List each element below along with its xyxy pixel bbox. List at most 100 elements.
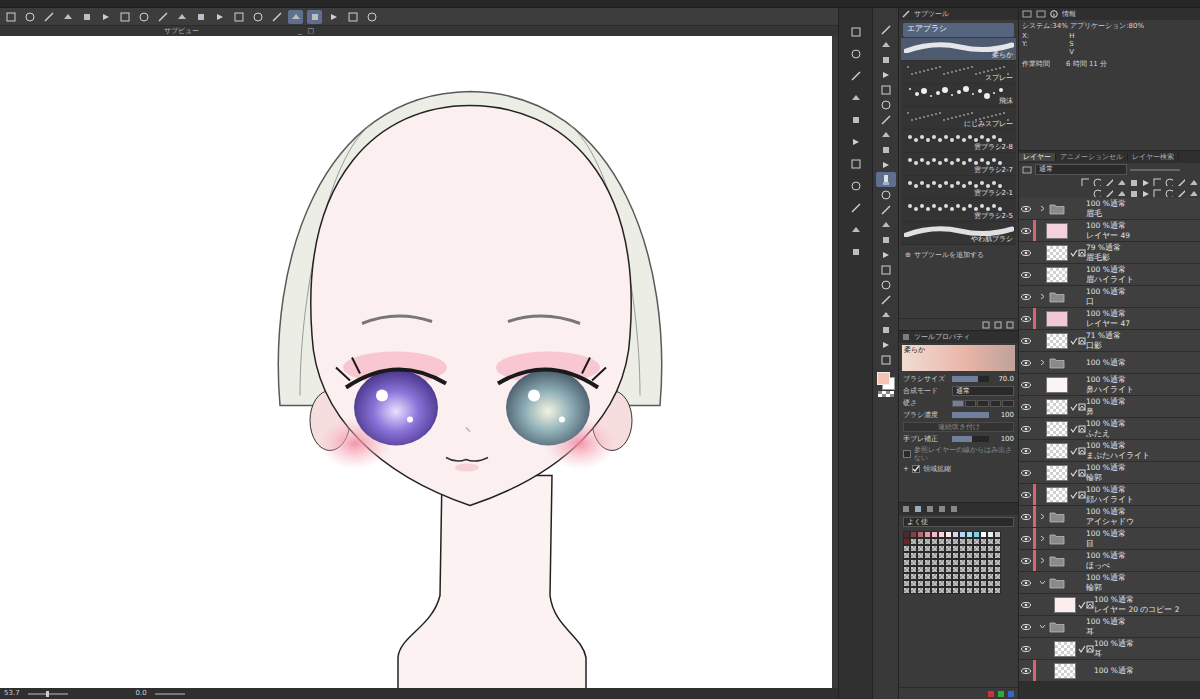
tool-button[interactable] — [876, 247, 896, 262]
color-tab-icon[interactable] — [926, 505, 934, 513]
tool-button[interactable] — [876, 127, 896, 142]
visibility-toggle[interactable] — [1019, 580, 1033, 586]
empty-swatch[interactable] — [973, 559, 980, 566]
empty-swatch[interactable] — [903, 566, 910, 573]
empty-swatch[interactable] — [903, 559, 910, 566]
layer-row[interactable]: 100 %通常レイヤー 47 — [1019, 308, 1200, 330]
color-tab-icon[interactable] — [938, 505, 946, 513]
empty-swatch[interactable] — [952, 566, 959, 573]
tool-button[interactable] — [876, 202, 896, 217]
color-swatch[interactable] — [910, 531, 917, 538]
empty-swatch[interactable] — [903, 545, 910, 552]
empty-swatch[interactable] — [966, 538, 973, 545]
empty-swatch[interactable] — [945, 559, 952, 566]
layer-action-icon[interactable] — [1080, 177, 1089, 186]
toolbar-button[interactable] — [174, 10, 189, 24]
expand-icon[interactable]: + — [903, 465, 909, 473]
empty-swatch[interactable] — [994, 587, 1001, 594]
panel-action-icon[interactable] — [994, 321, 1002, 329]
empty-swatch[interactable] — [966, 587, 973, 594]
canvas[interactable] — [0, 36, 832, 688]
empty-swatch[interactable] — [980, 538, 987, 545]
toolbar-button[interactable] — [250, 10, 265, 24]
empty-swatch[interactable] — [938, 538, 945, 545]
dock-button[interactable] — [847, 134, 865, 150]
toolbar-button[interactable] — [22, 10, 37, 24]
dock-button[interactable] — [847, 46, 865, 62]
empty-swatch[interactable] — [910, 545, 917, 552]
visibility-toggle[interactable] — [1019, 382, 1033, 388]
empty-swatch[interactable] — [952, 580, 959, 587]
transparent-color-icon[interactable] — [877, 391, 895, 397]
dock-button[interactable] — [847, 200, 865, 216]
empty-swatch[interactable] — [917, 587, 924, 594]
tool-button[interactable] — [876, 157, 896, 172]
empty-swatch[interactable] — [903, 580, 910, 587]
empty-swatch[interactable] — [910, 580, 917, 587]
empty-swatch[interactable] — [903, 573, 910, 580]
info-icon[interactable] — [1050, 10, 1058, 18]
empty-swatch[interactable] — [966, 545, 973, 552]
color-mode-icon[interactable] — [998, 691, 1004, 697]
empty-swatch[interactable] — [994, 580, 1001, 587]
folder-toggle[interactable] — [1038, 293, 1046, 300]
empty-swatch[interactable] — [938, 566, 945, 573]
layer-row[interactable]: 100 %通常耳 — [1019, 638, 1200, 660]
empty-swatch[interactable] — [945, 545, 952, 552]
empty-swatch[interactable] — [952, 573, 959, 580]
empty-swatch[interactable] — [980, 545, 987, 552]
empty-swatch[interactable] — [924, 552, 931, 559]
property-checkbox[interactable] — [912, 465, 920, 473]
empty-swatch[interactable] — [931, 538, 938, 545]
layer-row[interactable]: 100 %通常眉ハイライト — [1019, 264, 1200, 286]
empty-swatch[interactable] — [903, 587, 910, 594]
zoom-value[interactable]: 53.7 — [4, 689, 20, 697]
visibility-toggle[interactable] — [1019, 316, 1033, 322]
dock-button[interactable] — [847, 112, 865, 128]
empty-swatch[interactable] — [994, 573, 1001, 580]
empty-swatch[interactable] — [959, 559, 966, 566]
color-swatch[interactable] — [903, 531, 910, 538]
tool-button[interactable] — [876, 97, 896, 112]
empty-swatch[interactable] — [959, 573, 966, 580]
layer-action-icon[interactable] — [1140, 188, 1149, 197]
layer-action-icon[interactable] — [1164, 177, 1173, 186]
layer-row[interactable]: 100 %通常鼻 — [1019, 396, 1200, 418]
empty-swatch[interactable] — [973, 573, 980, 580]
toolbar-button[interactable] — [345, 10, 360, 24]
visibility-toggle[interactable] — [1019, 536, 1033, 542]
empty-swatch[interactable] — [917, 566, 924, 573]
tool-button[interactable] — [876, 82, 896, 97]
empty-swatch[interactable] — [966, 552, 973, 559]
hardness-step[interactable] — [990, 400, 1002, 407]
color-swatch[interactable] — [938, 531, 945, 538]
property-slider[interactable] — [952, 436, 989, 442]
tool-button[interactable] — [876, 232, 896, 247]
hardness-step[interactable] — [965, 400, 977, 407]
panel-action-icon[interactable] — [982, 321, 990, 329]
visibility-toggle[interactable] — [1019, 426, 1033, 432]
tool-button[interactable] — [876, 262, 896, 277]
layer-property-tab-icon[interactable] — [1036, 10, 1046, 18]
empty-swatch[interactable] — [917, 573, 924, 580]
toolbar-button[interactable] — [41, 10, 56, 24]
layer-row[interactable]: 71 %通常口影 — [1019, 330, 1200, 352]
empty-swatch[interactable] — [973, 538, 980, 545]
color-swatch[interactable] — [994, 531, 1001, 538]
layer-action-icon[interactable] — [1092, 177, 1101, 186]
hardness-step[interactable] — [977, 400, 989, 407]
brush-item[interactable]: やわ肌ブラシ — [901, 222, 1016, 245]
color-swatch[interactable] — [931, 531, 938, 538]
tool-button[interactable] — [876, 67, 896, 82]
layer-row[interactable]: 79 %通常眉毛影 — [1019, 242, 1200, 264]
visibility-toggle[interactable] — [1019, 250, 1033, 256]
toolbar-button[interactable] — [326, 10, 341, 24]
layer-color-icon[interactable] — [1022, 166, 1032, 174]
empty-swatch[interactable] — [959, 566, 966, 573]
color-tab-icon[interactable] — [950, 505, 958, 513]
toolbar-button[interactable] — [117, 10, 132, 24]
brush-item[interactable]: にじみスプレー — [901, 107, 1016, 130]
empty-swatch[interactable] — [973, 566, 980, 573]
empty-swatch[interactable] — [945, 573, 952, 580]
tool-button[interactable] — [876, 217, 896, 232]
